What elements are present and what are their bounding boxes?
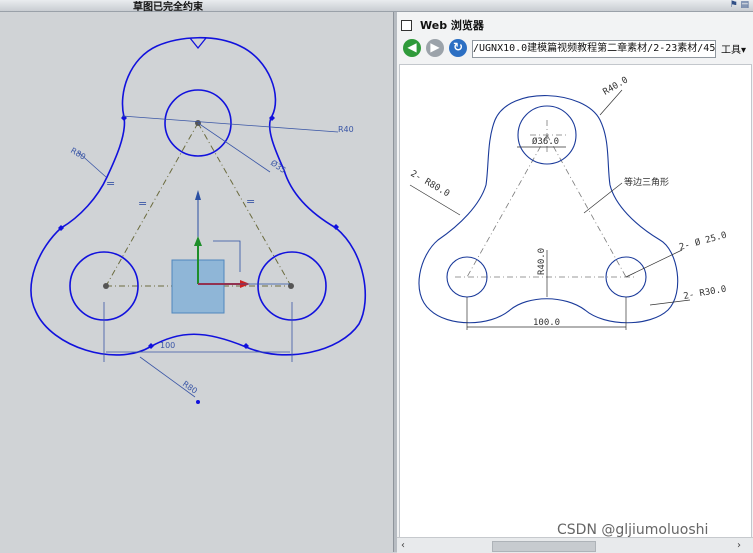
sketch-drawing: = = = = R40 R80 Ø35 100 R80 bbox=[30, 36, 366, 404]
panel-title: Web 浏览器 bbox=[420, 19, 484, 32]
horizontal-scrollbar[interactable]: ‹ › bbox=[397, 537, 753, 553]
ref-base-length-label: 100.0 bbox=[533, 318, 560, 328]
title-bar: 草图已完全约束 ⚑ ▤ bbox=[0, 0, 753, 13]
panel-toggle-icon[interactable] bbox=[401, 19, 412, 31]
watermark-text: CSDN @gljiumoluoshi bbox=[557, 522, 709, 538]
equal-mark-3: = bbox=[246, 195, 255, 208]
scroll-right-icon[interactable]: › bbox=[737, 538, 741, 553]
dim-r80-label: R80 bbox=[69, 146, 87, 162]
ref-r30-label: 2- R30.0 bbox=[683, 285, 727, 302]
forward-button[interactable]: ▶ bbox=[426, 39, 444, 57]
equal-mark-2: = bbox=[138, 197, 147, 210]
dim-r40-label: R40 bbox=[338, 125, 354, 134]
tools-menu[interactable]: 工具▾ bbox=[721, 41, 746, 56]
ref-small-dia-label: 2- Ø 25.0 bbox=[678, 230, 728, 253]
web-browser-panel: Web 浏览器 ◀ ▶ ↻ /UGNX10.0建模篇视频教程第二章素材/2-23… bbox=[397, 12, 753, 553]
equal-mark-1: = bbox=[106, 177, 115, 190]
scroll-left-icon[interactable]: ‹ bbox=[401, 538, 405, 553]
sketch-canvas[interactable]: = = = = R40 R80 Ø35 100 R80 bbox=[0, 12, 393, 552]
ref-outer-profile bbox=[418, 95, 679, 324]
dim-100-label: 100 bbox=[160, 341, 175, 350]
back-button[interactable]: ◀ bbox=[403, 39, 421, 57]
ref-r80-label: 2- R80.0 bbox=[409, 169, 452, 199]
center-point-left bbox=[103, 283, 109, 289]
address-bar[interactable]: /UGNX10.0建模篇视频教程第二章素材/2-23素材/45.jpg bbox=[472, 40, 716, 58]
refresh-button[interactable]: ↻ bbox=[449, 39, 467, 57]
ref-circle-label: Ø36.0 bbox=[532, 136, 559, 147]
window-controls[interactable]: ⚑ ▤ bbox=[730, 0, 749, 10]
ref-r40-label: R40.0 bbox=[602, 75, 630, 97]
arrow-right-icon: ▶ bbox=[430, 40, 440, 54]
reference-drawing: R40.0 Ø36.0 等边三角形 2- R80.0 R40.0 2- Ø 25… bbox=[409, 75, 728, 330]
scroll-thumb[interactable] bbox=[492, 541, 596, 552]
panel-header: Web 浏览器 bbox=[401, 17, 484, 33]
origin-point bbox=[196, 400, 200, 404]
browser-content: R40.0 Ø36.0 等边三角形 2- R80.0 R40.0 2- Ø 25… bbox=[399, 64, 752, 538]
ref-r40-vertical-label: R40.0 bbox=[537, 248, 547, 275]
browser-toolbar: ◀ ▶ ↻ /UGNX10.0建模篇视频教程第二章素材/2-23素材/45.jp… bbox=[397, 37, 753, 61]
refresh-icon: ↻ bbox=[452, 40, 464, 54]
arrow-left-icon: ◀ bbox=[407, 40, 417, 54]
ref-triangle-note: 等边三角形 bbox=[624, 176, 669, 188]
